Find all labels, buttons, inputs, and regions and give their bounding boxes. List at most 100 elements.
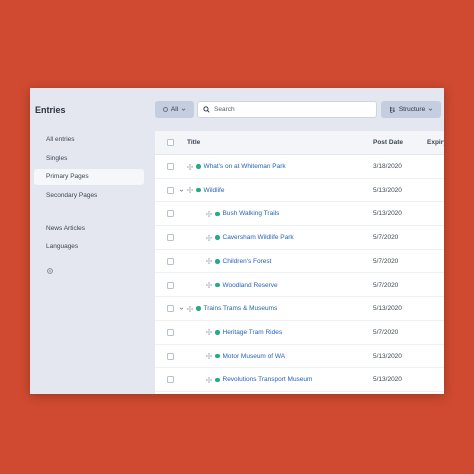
table-row[interactable]: Wildlife 5/13/2020 [155, 179, 444, 203]
row-post-date: 5/7/2020 [373, 234, 399, 242]
status-live-icon [196, 187, 201, 193]
row-post-date: 5/7/2020 [373, 281, 399, 289]
sidebar-item-all-entries[interactable]: All entries [34, 132, 144, 148]
status-live-icon [196, 306, 201, 311]
search-box[interactable] [197, 101, 377, 118]
row-checkbox[interactable] [167, 328, 174, 336]
move-handle-icon[interactable] [206, 376, 212, 383]
table-row[interactable]: Caversham Wildlife Park 5/7/2020 [155, 226, 444, 250]
toolbar: All Structure [155, 88, 444, 131]
view-mode-button[interactable]: Structure [381, 101, 441, 118]
sidebar-item-singles[interactable]: Singles [34, 151, 144, 167]
move-handle-icon[interactable] [206, 282, 212, 288]
table-row[interactable]: Children's Forest 5/7/2020 [155, 250, 444, 274]
row-title-cell: Revolutions Transport Museum [206, 368, 312, 391]
row-checkbox[interactable] [167, 210, 174, 218]
entry-title-link[interactable]: Revolutions Transport Museum [223, 368, 313, 391]
table-row[interactable]: Trains Trams & Museums 5/13/2020 [155, 297, 444, 321]
row-post-date: 5/13/2020 [373, 305, 402, 313]
move-handle-icon[interactable] [206, 258, 212, 265]
table-row[interactable]: Revolutions Transport Museum 5/13/2020 [155, 368, 444, 392]
search-input[interactable] [214, 106, 364, 113]
select-all-checkbox[interactable] [167, 139, 174, 146]
row-post-date: 3/18/2020 [373, 163, 402, 170]
move-handle-icon[interactable] [206, 210, 212, 217]
chevron-down-icon [181, 108, 186, 111]
row-checkbox[interactable] [167, 257, 174, 265]
chevron-down-icon[interactable] [179, 306, 184, 311]
entry-title-link[interactable]: Trains Trams & Museums [204, 297, 278, 320]
entry-title-link[interactable]: Bush Walking Trails [223, 202, 280, 225]
row-checkbox[interactable] [167, 281, 174, 289]
sidebar: Entries All entries Singles Primary Page… [30, 88, 155, 394]
move-handle-icon[interactable] [206, 353, 212, 360]
row-post-date: 5/13/2020 [373, 186, 402, 194]
status-live-icon [215, 330, 220, 335]
view-mode-label: Structure [398, 106, 426, 113]
row-post-date: 5/7/2020 [373, 257, 399, 265]
row-post-date: 5/13/2020 [373, 352, 402, 360]
move-handle-icon[interactable] [187, 305, 193, 312]
table-row[interactable]: Heritage Tram Rides 5/7/2020 [155, 321, 444, 345]
row-title-cell: Motor Museum of WA [206, 345, 285, 368]
move-handle-icon[interactable] [187, 163, 193, 170]
row-post-date: 5/7/2020 [373, 328, 399, 336]
status-live-icon [196, 164, 201, 169]
row-post-date: 5/13/2020 [373, 376, 402, 384]
page-title: Entries [35, 105, 66, 115]
row-checkbox[interactable] [167, 163, 174, 170]
move-handle-icon[interactable] [206, 329, 212, 336]
row-title-cell: Bush Walking Trails [206, 202, 279, 225]
status-filter-label: All [170, 106, 179, 113]
row-checkbox[interactable] [167, 305, 174, 313]
move-handle-icon[interactable] [206, 234, 212, 241]
search-icon [203, 106, 210, 113]
status-live-icon [215, 282, 220, 288]
row-title-cell: What's on at Whiteman Park [187, 155, 286, 178]
row-title-cell: Wildlife [179, 179, 224, 202]
entries-table: Title Post Date Expiry What's on at Whit… [155, 131, 444, 394]
column-header-expiry[interactable]: Expiry [427, 131, 444, 155]
table-row[interactable]: Woodland Reserve 5/7/2020 [155, 274, 444, 298]
entry-title-link[interactable]: Children's Forest [223, 250, 272, 273]
row-title-cell: Heritage Tram Rides [206, 321, 282, 344]
row-checkbox[interactable] [167, 376, 174, 384]
table-row[interactable]: Bush Walking Trails 5/13/2020 [155, 202, 444, 227]
status-live-icon [215, 377, 220, 383]
row-checkbox[interactable] [167, 234, 174, 242]
entry-title-link[interactable]: Wildlife [204, 179, 225, 202]
entry-title-link[interactable]: What's on at Whiteman Park [204, 155, 286, 178]
table-header: Title Post Date Expiry [155, 131, 444, 155]
entry-title-link[interactable]: Woodland Reserve [223, 274, 278, 297]
row-title-cell: Children's Forest [206, 250, 271, 273]
column-header-post-date[interactable]: Post Date [373, 131, 403, 155]
status-live-icon [215, 211, 220, 217]
gear-icon[interactable] [46, 267, 54, 275]
table-row[interactable]: What's on at Whiteman Park 3/18/2020 [155, 155, 444, 179]
status-live-icon [215, 353, 220, 359]
status-filter-button[interactable]: All [155, 101, 194, 118]
row-title-cell: Caversham Wildlife Park [206, 226, 294, 249]
entry-title-link[interactable]: Motor Museum of WA [223, 345, 286, 368]
sidebar-item-secondary-pages[interactable]: Secondary Pages [34, 188, 144, 204]
sidebar-item-primary-pages[interactable]: Primary Pages [34, 169, 144, 185]
sidebar-item-languages[interactable]: Languages [34, 239, 144, 255]
entry-title-link[interactable]: Heritage Tram Rides [223, 321, 283, 344]
column-header-title[interactable]: Title [187, 131, 200, 155]
row-title-cell: Woodland Reserve [206, 274, 278, 297]
row-checkbox[interactable] [167, 186, 174, 194]
entries-window: Entries All entries Singles Primary Page… [30, 88, 444, 394]
status-circle-icon [162, 107, 168, 112]
chevron-down-icon [428, 108, 433, 111]
move-handle-icon[interactable] [187, 187, 193, 194]
row-post-date: 5/13/2020 [373, 210, 402, 218]
table-row[interactable]: Motor Museum of WA 5/13/2020 [155, 345, 444, 369]
sidebar-item-news-articles[interactable]: News Articles [34, 221, 144, 237]
row-checkbox[interactable] [167, 352, 174, 360]
row-title-cell: Trains Trams & Museums [179, 297, 277, 320]
entry-title-link[interactable]: Caversham Wildlife Park [223, 226, 294, 249]
status-live-icon [215, 235, 220, 240]
status-live-icon [215, 259, 220, 264]
structure-icon [389, 106, 395, 113]
chevron-down-icon[interactable] [179, 188, 184, 193]
